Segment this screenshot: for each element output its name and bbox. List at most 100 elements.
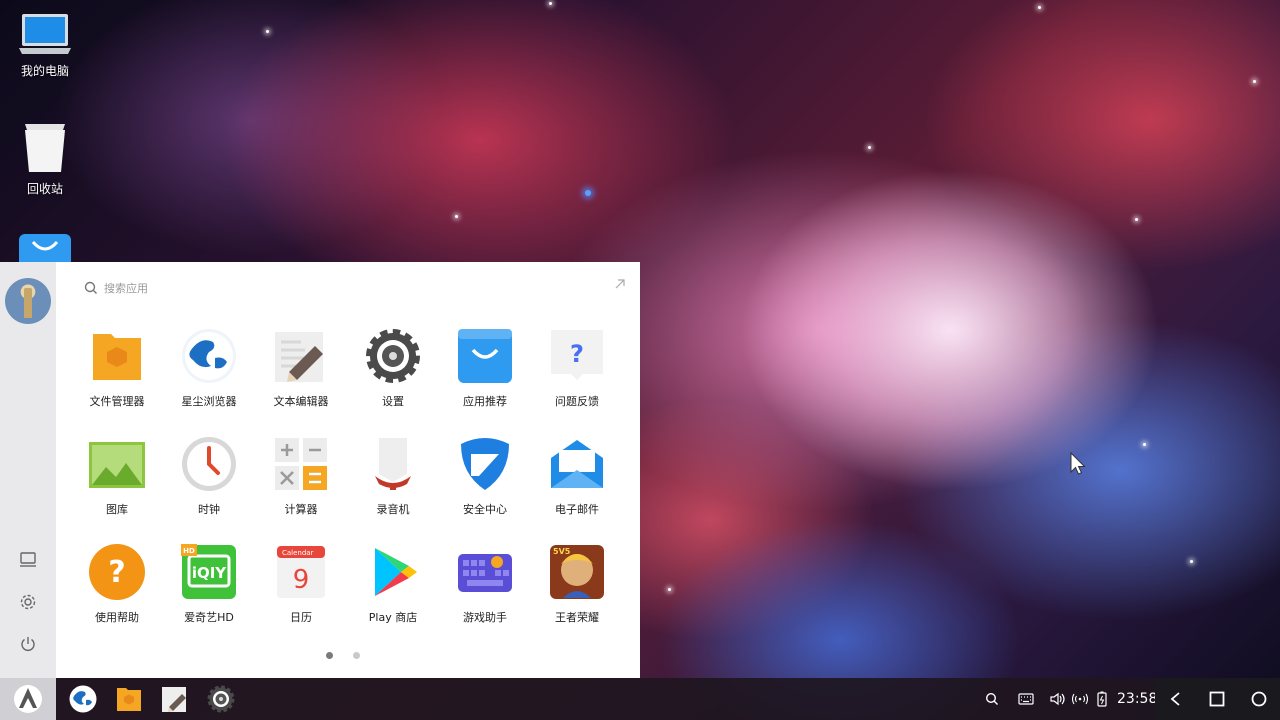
- app-label: 应用推荐: [463, 395, 507, 408]
- help-question-icon: ?: [89, 544, 145, 600]
- avatar[interactable]: [5, 278, 51, 324]
- app-label: 计算器: [284, 503, 318, 516]
- app-label: 爱奇艺HD: [184, 611, 234, 624]
- desktop-icon-label: 回收站: [26, 182, 63, 196]
- search-icon: [84, 281, 97, 294]
- app-grid: 文件管理器 星尘浏览器 文本编辑器 设置 应用推荐 ? 问题反馈 图库 时钟 计…: [71, 328, 623, 652]
- calendar-header: Calendar: [282, 549, 314, 557]
- file-manager-icon: [93, 334, 141, 380]
- app-store-bag-icon: [458, 329, 512, 383]
- app-help[interactable]: ? 使用帮助: [71, 544, 163, 652]
- app-label: 电子邮件: [555, 503, 599, 516]
- phoenix-logo-icon: [14, 685, 42, 713]
- taskbar-text-editor-icon[interactable]: [161, 685, 189, 713]
- app-label: 文本编辑器: [273, 395, 329, 408]
- start-menu-sidebar: [0, 262, 56, 678]
- app-label: 录音机: [376, 503, 410, 516]
- network-signal-icon[interactable]: [1071, 690, 1089, 708]
- game-keyboard-icon: [458, 554, 512, 592]
- app-text-editor[interactable]: 文本编辑器: [255, 328, 347, 436]
- app-honor-of-kings[interactable]: 5V5 王者荣耀: [531, 544, 623, 652]
- recorder-icon: [375, 438, 411, 490]
- app-calendar[interactable]: Calendar 9 日历: [255, 544, 347, 652]
- recent-apps-icon[interactable]: [1207, 689, 1227, 709]
- svg-text:iQIY: iQIY: [192, 564, 227, 582]
- calendar-icon: Calendar 9: [277, 546, 325, 598]
- app-label: Play 商店: [368, 611, 418, 624]
- app-email[interactable]: 电子邮件: [531, 436, 623, 544]
- svg-text:?: ?: [108, 555, 125, 590]
- app-label: 日历: [290, 611, 312, 624]
- app-file-manager[interactable]: 文件管理器: [71, 328, 163, 436]
- expand-arrow-icon[interactable]: [612, 276, 628, 292]
- app-play-store[interactable]: Play 商店: [347, 544, 439, 652]
- iqiyi-badge: HD: [183, 547, 195, 555]
- system-tray: 23:58: [983, 678, 1157, 720]
- start-menu-main: 搜索应用 文件管理器 星尘浏览器 文本编辑器 设置 应用推荐 ? 问题反馈 图库…: [56, 262, 640, 678]
- app-feedback[interactable]: ? 问题反馈: [531, 328, 623, 436]
- clock-icon: [182, 437, 236, 491]
- clock-time[interactable]: 23:58: [1117, 691, 1157, 707]
- page-dot[interactable]: [353, 652, 360, 659]
- taskbar-settings-icon[interactable]: [207, 685, 235, 713]
- app-label: 使用帮助: [95, 611, 139, 624]
- app-gallery[interactable]: 图库: [71, 436, 163, 544]
- desktop-icon-recycle-bin[interactable]: 回收站: [10, 122, 80, 197]
- taskbar-file-manager-icon[interactable]: [115, 685, 143, 713]
- app-label: 问题反馈: [555, 395, 599, 408]
- search-icon[interactable]: [983, 690, 1001, 708]
- app-label: 王者荣耀: [555, 611, 599, 624]
- email-envelope-icon: [551, 440, 603, 488]
- calendar-day: 9: [293, 565, 310, 595]
- security-shield-icon: [461, 438, 509, 490]
- page-dot[interactable]: [326, 652, 333, 659]
- browser-globe-icon: [182, 329, 236, 383]
- search-bar[interactable]: 搜索应用: [84, 280, 148, 296]
- power-icon[interactable]: [17, 633, 39, 655]
- app-security[interactable]: 安全中心: [439, 436, 531, 544]
- calculator-icon: [275, 438, 327, 490]
- settings-gear-icon[interactable]: [17, 591, 39, 613]
- start-button[interactable]: [0, 678, 56, 720]
- app-recorder[interactable]: 录音机: [347, 436, 439, 544]
- app-label: 设置: [382, 395, 404, 408]
- app-label: 星尘浏览器: [181, 395, 237, 408]
- app-browser[interactable]: 星尘浏览器: [163, 328, 255, 436]
- text-editor-icon: [275, 332, 323, 382]
- show-desktop-icon[interactable]: [17, 549, 39, 571]
- navigation-bar: [1155, 678, 1280, 720]
- play-store-icon: [375, 548, 417, 596]
- settings-gear-icon: [366, 329, 420, 383]
- back-icon[interactable]: [1166, 689, 1186, 709]
- app-label: 时钟: [198, 503, 220, 516]
- desktop-icon-my-computer[interactable]: 我的电脑: [10, 12, 80, 79]
- mouse-cursor-icon: [1070, 452, 1086, 475]
- trash-bin-icon: [25, 124, 65, 172]
- game-badge: 5V5: [553, 547, 571, 556]
- desktop-icon-app-store[interactable]: [10, 234, 80, 262]
- feedback-question-icon: ?: [551, 330, 603, 380]
- app-calculator[interactable]: 计算器: [255, 436, 347, 544]
- app-label: 安全中心: [463, 503, 507, 516]
- app-iqiyi[interactable]: iQIY HD 爱奇艺HD: [163, 544, 255, 652]
- app-game-assistant[interactable]: 游戏助手: [439, 544, 531, 652]
- start-menu: 搜索应用 文件管理器 星尘浏览器 文本编辑器 设置 应用推荐 ? 问题反馈 图库…: [0, 262, 640, 678]
- app-label: 文件管理器: [89, 395, 145, 408]
- desktop-icon-label: 我的电脑: [20, 64, 69, 78]
- page-indicator: [326, 652, 360, 659]
- home-icon[interactable]: [1249, 689, 1269, 709]
- app-settings[interactable]: 设置: [347, 328, 439, 436]
- volume-icon[interactable]: [1049, 690, 1067, 708]
- keyboard-icon[interactable]: [1017, 690, 1035, 708]
- taskbar-browser-icon[interactable]: [69, 685, 97, 713]
- svg-text:?: ?: [570, 340, 584, 368]
- app-store-icon: [19, 234, 71, 262]
- app-app-store[interactable]: 应用推荐: [439, 328, 531, 436]
- app-label: 图库: [106, 503, 128, 516]
- app-label: 游戏助手: [463, 611, 507, 624]
- battery-icon[interactable]: [1093, 690, 1111, 708]
- search-input[interactable]: 搜索应用: [104, 280, 148, 296]
- game-hero-icon: 5V5: [550, 545, 604, 599]
- app-clock[interactable]: 时钟: [163, 436, 255, 544]
- iqiyi-icon: iQIY HD: [181, 544, 236, 599]
